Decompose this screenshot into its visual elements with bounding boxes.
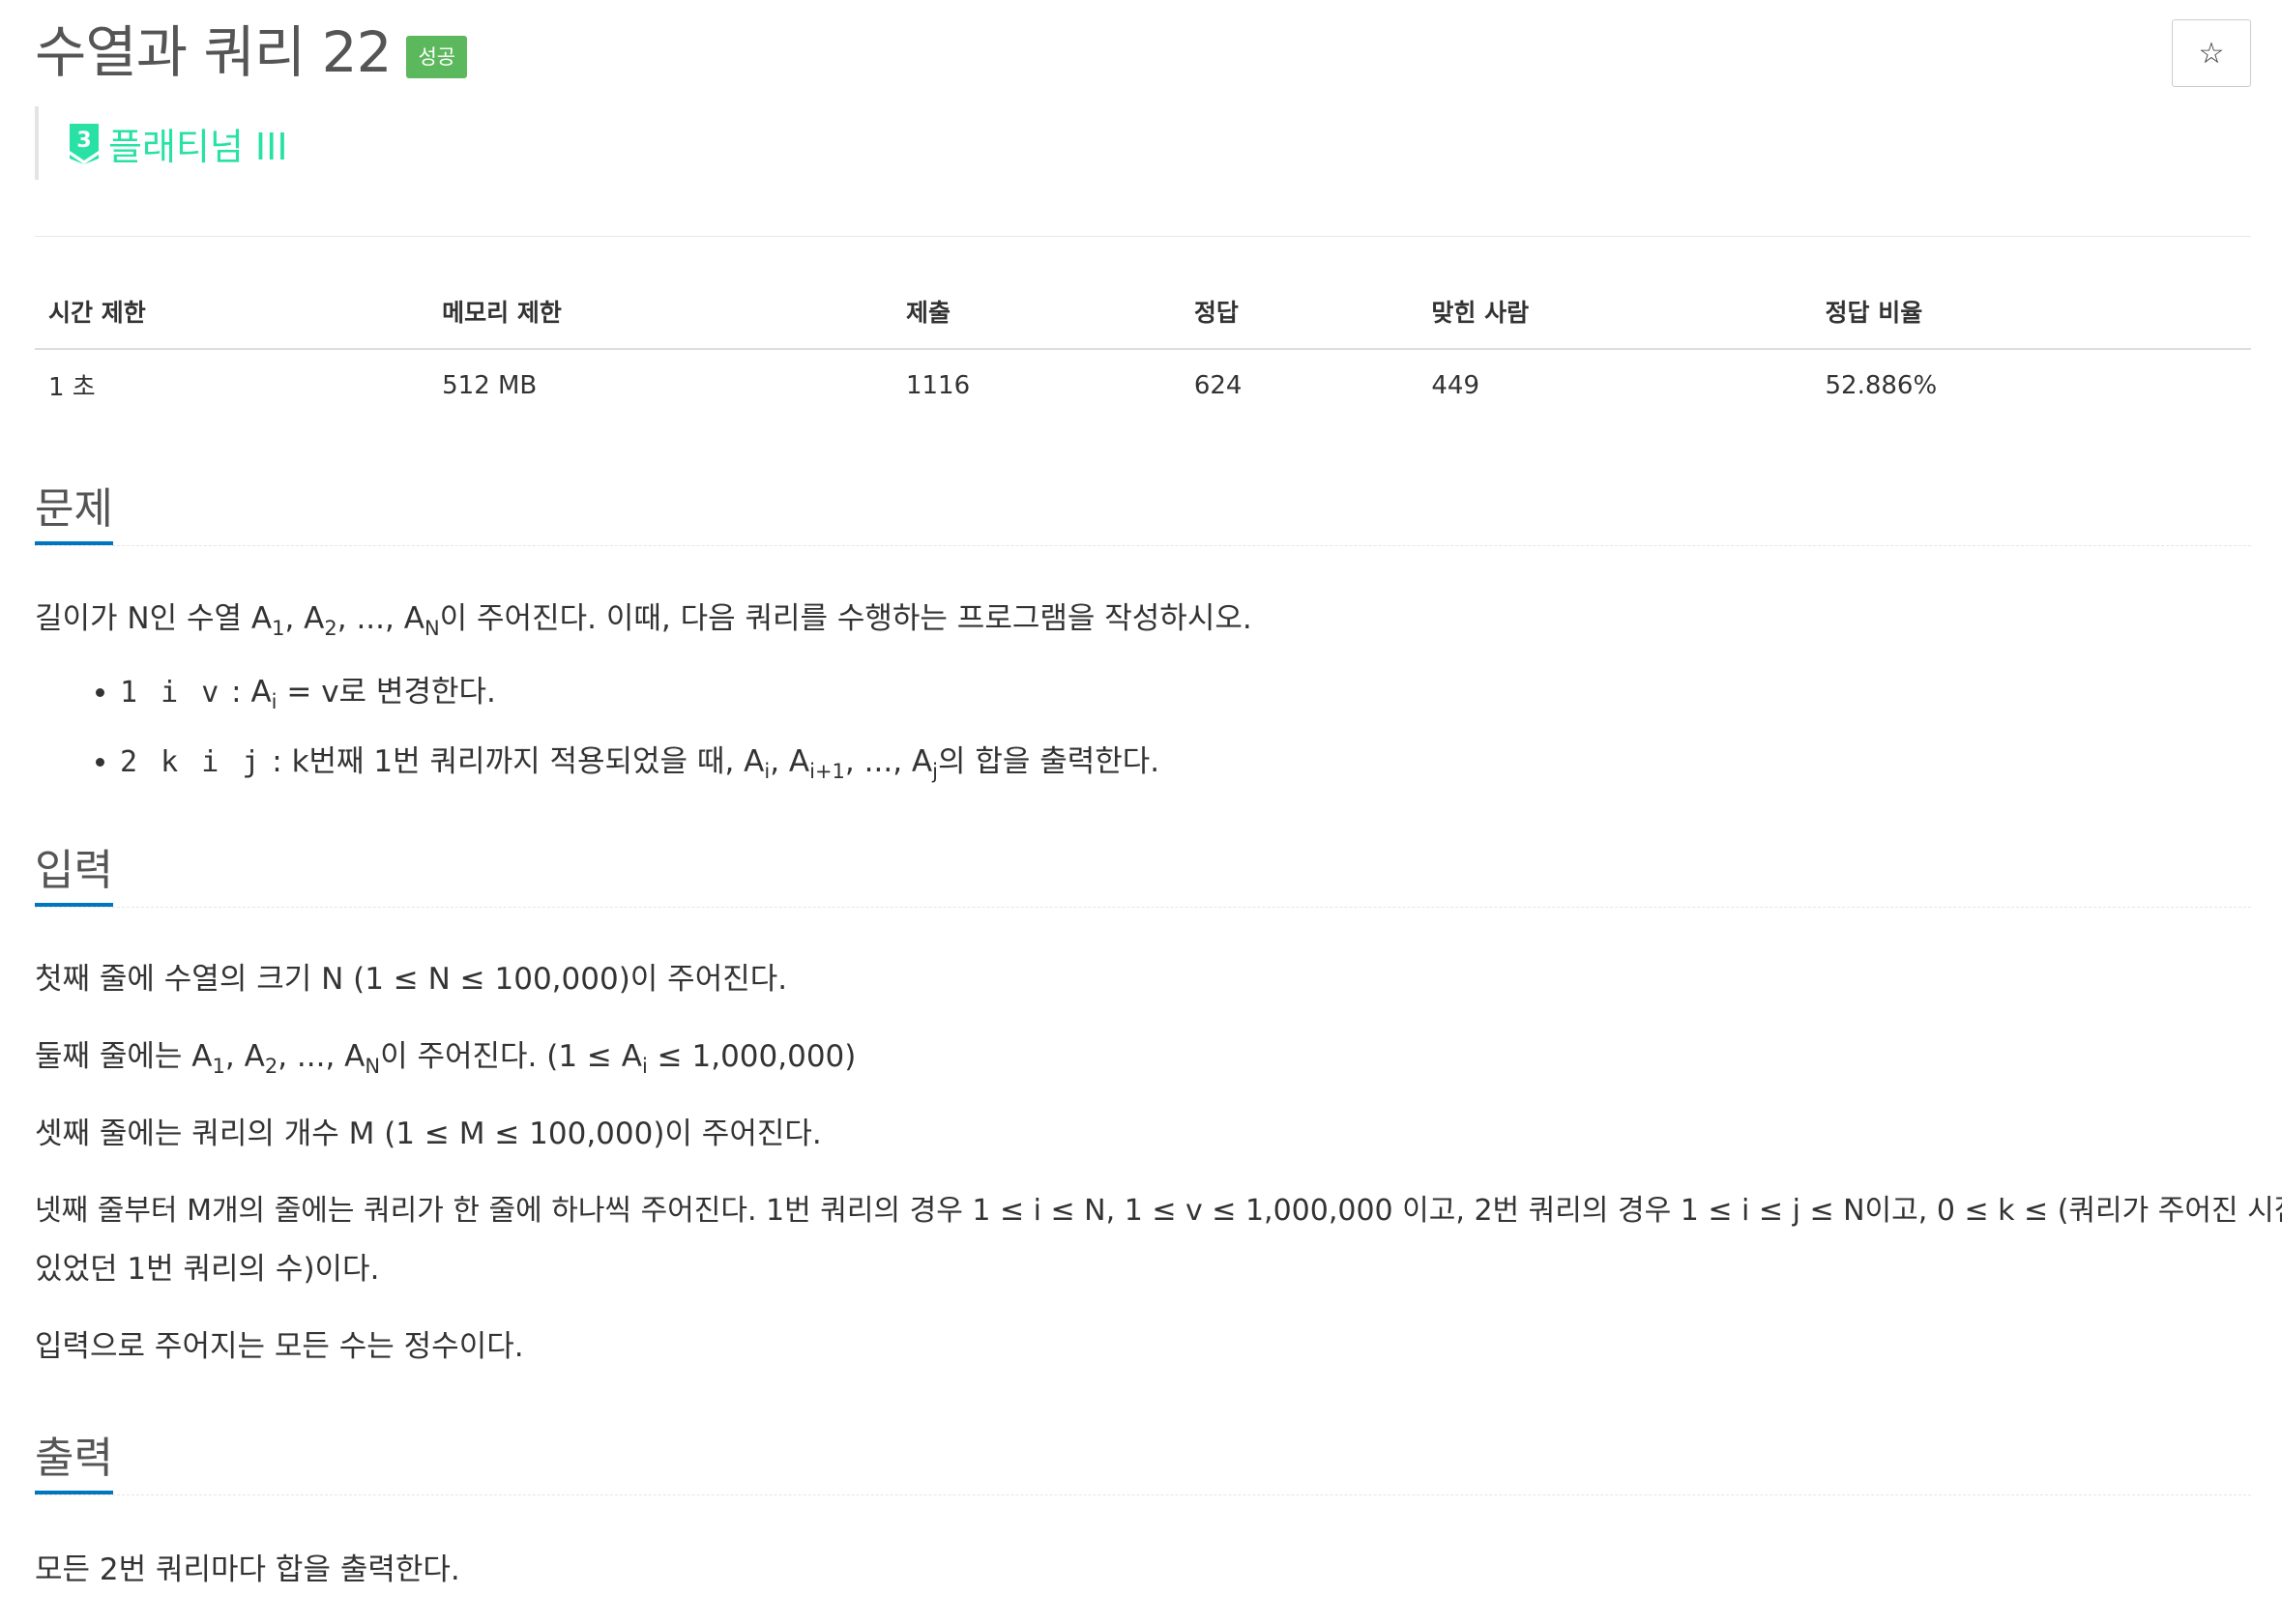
input-line-2: 둘째 줄에는 A1, A2, ..., AN이 주어진다. (1 ≤ Ai ≤ …	[35, 1039, 857, 1079]
header-accepted: 정답	[1180, 280, 1419, 350]
tier-label: 플래티넘 III	[108, 125, 288, 168]
header-accept-ratio: 정답 비율	[1811, 280, 2251, 350]
input-line-3: 셋째 줄에는 쿼리의 개수 M (1 ≤ M ≤ 100,000)이 주어진다.	[35, 1116, 822, 1151]
header-solved-users: 맞힌 사람	[1418, 280, 1812, 350]
platinum-tier-icon: 3	[70, 124, 99, 164]
status-badge: 성공	[406, 36, 468, 78]
star-icon: ☆	[2198, 36, 2225, 71]
submissions-value: 1116	[905, 370, 971, 400]
output-line-1: 모든 2번 쿼리마다 합을 출력한다.	[35, 1552, 460, 1587]
output-section-title: 출력	[35, 1427, 113, 1494]
table-row: 1 초 512 MB 1116 624 449 52.886%	[35, 349, 2251, 420]
divider	[35, 236, 2251, 237]
accepted-value: 624	[1193, 370, 1243, 400]
list-item: 1 i v : Ai = v로 변경한다.	[120, 673, 1159, 721]
problem-section-title: 문제	[35, 478, 113, 545]
header-submissions: 제출	[892, 280, 1181, 350]
table-header-row: 시간 제한 메모리 제한 제출 정답 맞힌 사람 정답 비율	[35, 280, 2251, 350]
problem-info-table: 시간 제한 메모리 제한 제출 정답 맞힌 사람 정답 비율 1 초 512 M…	[35, 280, 2251, 420]
problem-description: 길이가 N인 수열 A1, A2, ..., AN이 주어진다. 이때, 다음 …	[35, 601, 1252, 641]
title-row: 수열과 쿼리 22 성공	[35, 14, 468, 91]
query-list: 1 i v : Ai = v로 변경한다. 2 k i j : k번째 1번 쿼…	[35, 673, 1159, 812]
input-section-title: 입력	[35, 839, 113, 907]
accept-ratio-value: 52.886%	[1825, 370, 1938, 400]
problem-section-header: 문제	[35, 478, 2251, 546]
query-code: 1 i v	[120, 676, 222, 710]
query-code: 2 k i j	[120, 745, 263, 780]
header-memory-limit: 메모리 제한	[428, 280, 892, 350]
favorite-star-button[interactable]: ☆	[2172, 19, 2251, 87]
problem-page: 수열과 쿼리 22 성공 ☆ 3 플래티넘 III 시간 제한 메모리 제한 제…	[0, 0, 2282, 1624]
solved-users-value: 449	[1431, 370, 1480, 400]
input-line-1: 첫째 줄에 수열의 크기 N (1 ≤ N ≤ 100,000)이 주어진다.	[35, 962, 788, 997]
list-item: 2 k i j : k번째 1번 쿼리까지 적용되었을 때, Ai, Ai+1,…	[120, 742, 1159, 791]
tier-block: 3 플래티넘 III	[35, 106, 288, 180]
problem-title: 수열과 쿼리 22	[35, 19, 392, 85]
input-line-5: 입력으로 주어지는 모든 수는 정수이다.	[35, 1329, 524, 1364]
input-section-header: 입력	[35, 839, 2251, 908]
tier-number: 3	[76, 129, 91, 153]
memory-limit-value: 512 MB	[442, 370, 538, 400]
header-time-limit: 시간 제한	[35, 280, 429, 350]
time-limit-value: 1 초	[48, 373, 96, 402]
input-line-4: 넷째 줄부터 M개의 줄에는 쿼리가 한 줄에 하나씩 주어진다. 1번 쿼리의…	[35, 1194, 2282, 1228]
input-line-4-cont: 있었던 1번 쿼리의 수)이다.	[35, 1252, 380, 1287]
output-section-header: 출력	[35, 1427, 2251, 1495]
